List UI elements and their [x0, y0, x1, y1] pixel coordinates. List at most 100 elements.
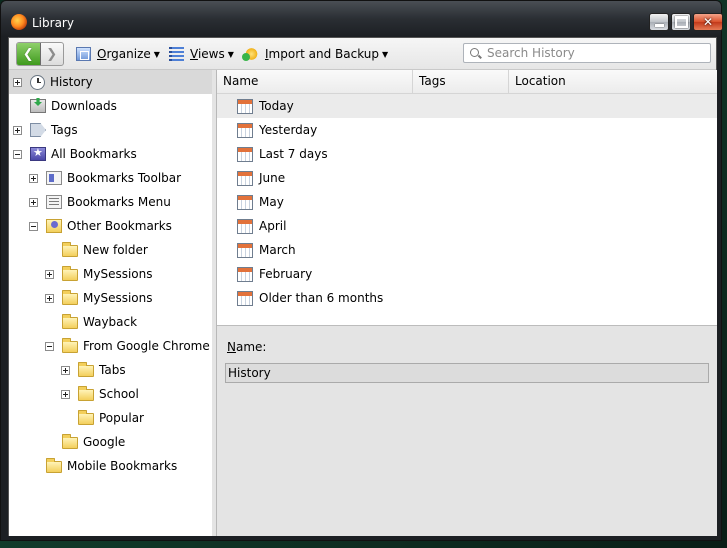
bookmarks-toolbar-icon — [46, 171, 62, 185]
row-name: Older than 6 months — [259, 291, 384, 305]
import-backup-icon — [242, 47, 259, 61]
import-backup-menu-button[interactable]: Import and Backup ▼ — [242, 45, 389, 63]
column-header-location[interactable]: Location — [509, 70, 717, 93]
column-header-name[interactable]: Name — [217, 70, 413, 93]
folder-icon — [46, 458, 62, 473]
row-name: February — [259, 267, 313, 281]
folder-icon — [62, 434, 78, 449]
organize-menu-button[interactable]: Organize ▼ — [76, 45, 160, 63]
row-name: March — [259, 243, 296, 257]
sidebar-item-label: Downloads — [51, 99, 117, 113]
list-row[interactable]: June — [217, 166, 717, 190]
sidebar-item[interactable]: Mobile Bookmarks — [29, 454, 177, 478]
calendar-icon — [237, 146, 253, 162]
calendar-icon — [237, 266, 253, 282]
sidebar-item[interactable]: From Google Chrome — [45, 334, 210, 358]
folder-icon — [78, 362, 94, 377]
calendar-icon — [237, 242, 253, 258]
sidebar-item[interactable]: Popular — [61, 406, 144, 430]
folder-icon — [62, 314, 78, 329]
chevron-down-icon: ▼ — [382, 49, 389, 59]
sidebar-item-label: Popular — [99, 411, 144, 425]
sidebar-item[interactable]: MySessions — [45, 286, 153, 310]
sidebar-item-label: History — [50, 75, 93, 89]
collapse-icon[interactable] — [45, 341, 54, 351]
expand-icon[interactable] — [61, 389, 70, 399]
places-tree[interactable]: History Downloads Tags All Bookmarks Bookmar… — [9, 70, 213, 536]
sidebar-item[interactable]: School — [61, 382, 139, 406]
back-arrow-icon: ❮ — [22, 46, 34, 62]
minimize-button[interactable] — [649, 13, 669, 31]
sidebar-item[interactable]: Wayback — [45, 310, 137, 334]
list-row[interactable]: March — [217, 238, 717, 262]
sidebar-item[interactable]: Google — [45, 430, 125, 454]
row-name: Last 7 days — [259, 147, 328, 161]
forward-button[interactable]: ❯ — [41, 43, 64, 65]
sidebar-item-label: Mobile Bookmarks — [67, 459, 178, 473]
row-name: Today — [259, 99, 294, 113]
list-row[interactable]: February — [217, 262, 717, 286]
import-backup-label: Import and Backup — [265, 47, 380, 61]
maximize-button[interactable] — [671, 13, 691, 31]
name-field[interactable]: History — [225, 363, 709, 383]
sidebar-item-label: School — [99, 387, 139, 401]
minimize-icon — [654, 23, 664, 27]
collapse-icon[interactable] — [13, 149, 22, 159]
sidebar-item[interactable]: New folder — [45, 238, 148, 262]
search-icon — [470, 47, 481, 59]
other-bookmarks-icon — [46, 219, 62, 233]
list-header: Name Tags Location — [217, 70, 717, 94]
list-row[interactable]: Older than 6 months — [217, 286, 717, 310]
content-pane: Name Tags Location Today Yesterday Last 7 … — [217, 70, 717, 536]
expand-icon[interactable] — [29, 173, 38, 183]
views-icon — [169, 47, 184, 61]
list-row[interactable]: Today — [217, 94, 717, 118]
sidebar-item[interactable]: Bookmarks Menu — [29, 190, 171, 214]
all-bookmarks-icon — [30, 146, 46, 161]
sidebar-item-label: Tabs — [99, 363, 126, 377]
sidebar-item[interactable]: Tabs — [61, 358, 126, 382]
sidebar-item-label: From Google Chrome — [83, 339, 210, 353]
sidebar-item[interactable]: MySessions — [45, 262, 153, 286]
firefox-icon — [11, 14, 27, 30]
expand-icon[interactable] — [29, 197, 38, 207]
list-row[interactable]: Yesterday — [217, 118, 717, 142]
list-row[interactable]: May — [217, 190, 717, 214]
chevron-down-icon: ▼ — [153, 49, 160, 59]
expand-icon[interactable] — [13, 77, 22, 87]
list-row[interactable]: April — [217, 214, 717, 238]
search-input[interactable] — [487, 46, 707, 60]
folder-icon — [62, 290, 78, 305]
clock-icon — [30, 74, 45, 90]
sidebar-item-label: MySessions — [83, 267, 153, 281]
sidebar-item[interactable]: Other Bookmarks — [29, 214, 172, 238]
expand-icon[interactable] — [45, 293, 54, 303]
sidebar-item-label: MySessions — [83, 291, 153, 305]
sidebar-item[interactable]: Tags — [13, 118, 78, 142]
list-row[interactable]: Last 7 days — [217, 142, 717, 166]
views-menu-button[interactable]: Views ▼ — [169, 45, 234, 63]
title-bar[interactable]: Library ✕ — [1, 1, 723, 37]
views-label: Views — [190, 47, 225, 61]
calendar-icon — [237, 290, 253, 306]
search-box[interactable] — [463, 43, 711, 63]
row-name: April — [259, 219, 287, 233]
expand-icon[interactable] — [61, 365, 70, 375]
sidebar-item[interactable]: Bookmarks Toolbar — [29, 166, 181, 190]
organize-label: Organize — [97, 47, 151, 61]
column-header-tags[interactable]: Tags — [413, 70, 509, 93]
close-button[interactable]: ✕ — [693, 13, 723, 31]
nav-buttons: ❮ ❯ — [16, 42, 64, 66]
history-list[interactable]: Name Tags Location Today Yesterday Last 7 … — [217, 70, 717, 326]
expand-icon[interactable] — [45, 269, 54, 279]
sidebar-item[interactable]: Downloads — [13, 94, 117, 118]
maximize-icon — [674, 16, 688, 28]
expand-icon[interactable] — [13, 125, 22, 135]
back-button[interactable]: ❮ — [17, 43, 41, 65]
sidebar-item[interactable]: History — [9, 70, 212, 94]
window-title: Library — [32, 16, 74, 30]
calendar-icon — [237, 194, 253, 210]
collapse-icon[interactable] — [29, 221, 38, 231]
sidebar-item-label: Wayback — [83, 315, 138, 329]
sidebar-item[interactable]: All Bookmarks — [13, 142, 137, 166]
